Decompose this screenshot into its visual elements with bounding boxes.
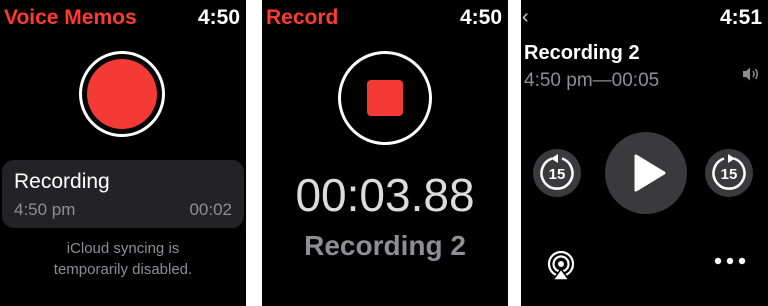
more-icon[interactable] [714,256,746,266]
stop-icon [367,80,403,116]
recording-subtitle: 4:50 pm—00:05 [524,70,660,91]
stop-button[interactable] [338,51,432,145]
sync-status-line-1: iCloud syncing is [66,240,180,257]
recording-list-item[interactable]: Recording 4:50 pm 00:02 [2,160,244,228]
speaker-icon[interactable] [742,66,762,82]
skip-forward-seconds: 15 [721,166,738,183]
skip-back-button[interactable]: 15 [532,148,582,198]
back-chevron-icon[interactable]: ‹ [522,6,529,29]
recording-title: Recording 2 [524,42,640,64]
skip-forward-button[interactable]: 15 [704,148,754,198]
clock: 4:51 [719,6,762,29]
skip-back-15-icon: 15 [533,149,581,197]
record-title: Record [266,6,339,29]
voice-memos-screen: Voice Memos 4:50 Recording 4:50 pm 00:02… [0,0,246,306]
recording-name: Recording 2 [304,230,466,261]
clock: 4:50 [197,6,240,29]
play-icon [634,154,666,192]
sync-status-line-2: temporarily disabled. [53,261,193,278]
record-screen: Record 4:50 00:03.88 Recording 2 [262,0,508,306]
skip-back-seconds: 15 [549,166,566,183]
recording-name: Recording [14,170,110,193]
clock: 4:50 [459,6,502,29]
airplay-icon[interactable] [546,251,576,281]
skip-forward-15-icon: 15 [705,149,753,197]
playback-screen: ‹ 4:51 Recording 2 4:50 pm—00:05 15 15 [521,0,768,306]
recording-duration: 00:02 [189,200,232,219]
sync-status-message: iCloud syncing is temporarily disabled. [0,238,246,280]
app-title: Voice Memos [4,6,137,29]
record-button[interactable] [79,51,165,137]
recording-timer: 00:03.88 [295,169,475,221]
record-icon [87,59,157,129]
recording-time: 4:50 pm [14,200,76,219]
play-button[interactable] [605,132,687,214]
